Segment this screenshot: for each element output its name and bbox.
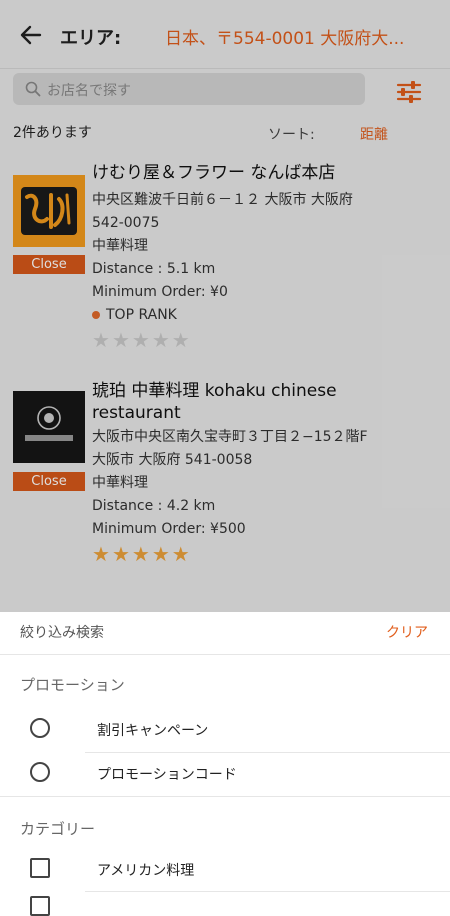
radio-button[interactable] xyxy=(30,718,50,738)
promotion-option-label: プロモーションコード xyxy=(97,767,237,783)
category-option-label: アメリカン料理 xyxy=(97,863,195,879)
divider xyxy=(0,796,450,797)
promotion-option-code[interactable]: プロモーションコード xyxy=(0,752,450,796)
radio-button[interactable] xyxy=(30,762,50,782)
category-option-american[interactable]: アメリカン料理 xyxy=(0,848,450,892)
promotion-option-discount[interactable]: 割引キャンペーン xyxy=(0,708,450,752)
checkbox[interactable] xyxy=(30,896,50,916)
clear-filters-button[interactable]: クリア xyxy=(386,622,428,642)
divider xyxy=(85,891,450,892)
checkbox[interactable] xyxy=(30,858,50,878)
divider xyxy=(0,654,450,655)
modal-dim-overlay[interactable] xyxy=(0,0,450,612)
promotion-section-header: プロモーション xyxy=(20,676,125,694)
filter-title: 絞り込み検索 xyxy=(20,625,104,641)
filter-sheet: 絞り込み検索 クリア プロモーション 割引キャンペーン プロモーションコード カ… xyxy=(0,612,450,916)
promotion-option-label: 割引キャンペーン xyxy=(97,723,209,739)
category-section-header: カテゴリー xyxy=(20,820,96,838)
